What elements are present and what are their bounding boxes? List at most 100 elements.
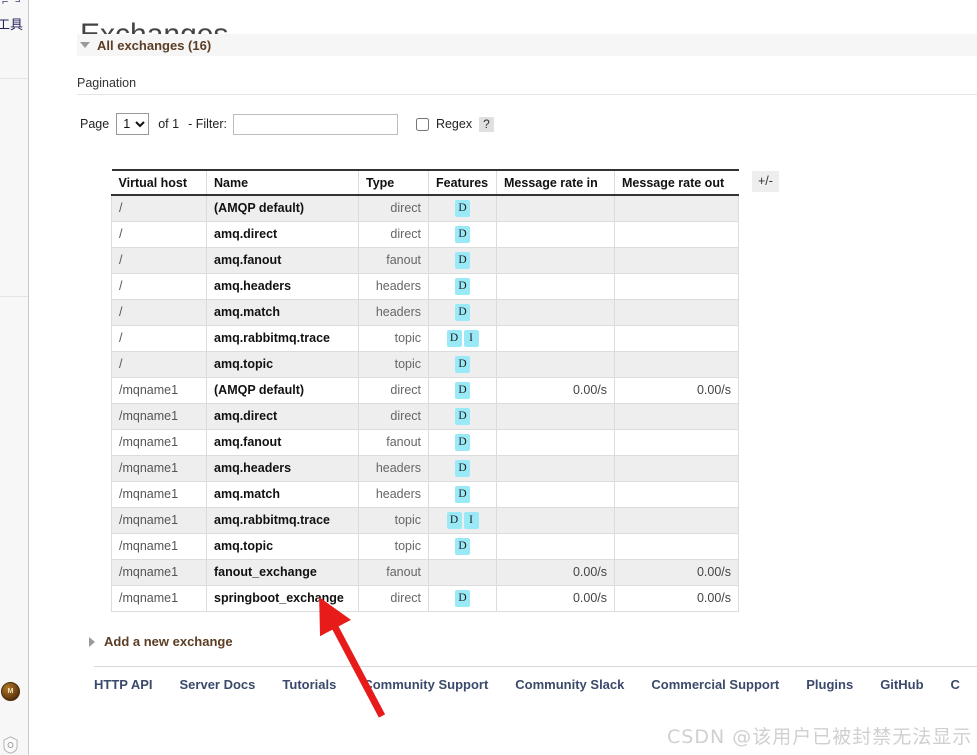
cell-virtual-host: / bbox=[111, 194, 207, 222]
exchanges-page: Exchanges All exchanges (16) Pagination … bbox=[30, 0, 977, 755]
pagination-heading: Pagination bbox=[77, 76, 977, 95]
table-row[interactable]: /mqname1 (AMQP default) direct D 0.00/s 0.00/… bbox=[111, 376, 739, 404]
chevron-down-icon bbox=[80, 42, 90, 48]
cell-type: direct bbox=[358, 194, 429, 222]
cell-features: D bbox=[428, 350, 497, 378]
table-row[interactable]: / amq.headers headers D bbox=[111, 272, 739, 300]
table-row[interactable]: / amq.fanout fanout D bbox=[111, 246, 739, 274]
footer-link-github[interactable]: GitHub bbox=[880, 677, 923, 692]
cell-type: direct bbox=[358, 376, 429, 404]
cell-exchange-name[interactable]: amq.rabbitmq.trace bbox=[206, 506, 359, 534]
footer-links: HTTP API Server Docs Tutorials Community Su… bbox=[94, 666, 977, 692]
table-head: Virtual host Name Type Features Message … bbox=[111, 169, 739, 196]
page-label: Page bbox=[80, 117, 110, 131]
cell-message-rate-in bbox=[496, 246, 615, 274]
cell-exchange-name[interactable]: amq.match bbox=[206, 480, 359, 508]
cell-virtual-host: /mqname1 bbox=[111, 428, 207, 456]
add-new-exchange-toggle[interactable]: Add a new exchange bbox=[89, 634, 233, 649]
all-exchanges-section-toggle[interactable]: All exchanges (16) bbox=[77, 34, 977, 56]
feature-badge-d: D bbox=[455, 355, 470, 373]
column-header-message-rate-out[interactable]: Message rate out bbox=[614, 169, 739, 196]
feature-badge-d: D bbox=[455, 225, 470, 243]
table-row[interactable]: / amq.topic topic D bbox=[111, 350, 739, 378]
cell-message-rate-in: 0.00/s bbox=[496, 376, 615, 404]
browser-tab-glyph: ⌐ ┘ bbox=[2, 0, 26, 8]
footer-link-community-support[interactable]: Community Support bbox=[363, 677, 488, 692]
column-header-virtual-host[interactable]: Virtual host bbox=[111, 169, 207, 196]
footer-link-community-slack[interactable]: Community Slack bbox=[515, 677, 624, 692]
cell-exchange-name[interactable]: (AMQP default) bbox=[206, 194, 359, 222]
column-header-message-rate-in[interactable]: Message rate in bbox=[496, 169, 615, 196]
cell-type: fanout bbox=[358, 428, 429, 456]
cell-type: headers bbox=[358, 272, 429, 300]
cell-features: D bbox=[428, 298, 497, 326]
cell-message-rate-out: 0.00/s bbox=[614, 558, 739, 586]
feature-badge-d: D bbox=[455, 277, 470, 295]
table-row[interactable]: / amq.rabbitmq.trace topic D I bbox=[111, 324, 739, 352]
table-row[interactable]: /mqname1 amq.headers headers D bbox=[111, 454, 739, 482]
cell-message-rate-in bbox=[496, 480, 615, 508]
footer-link-plugins[interactable]: Plugins bbox=[806, 677, 853, 692]
toggle-columns-button[interactable]: +/- bbox=[752, 171, 779, 192]
column-header-type[interactable]: Type bbox=[358, 169, 429, 196]
cell-exchange-name[interactable]: fanout_exchange bbox=[206, 558, 359, 586]
cell-exchange-name[interactable]: amq.headers bbox=[206, 454, 359, 482]
cell-exchange-name[interactable]: amq.topic bbox=[206, 532, 359, 560]
cell-virtual-host: /mqname1 bbox=[111, 454, 207, 482]
cell-exchange-name[interactable]: amq.fanout bbox=[206, 246, 359, 274]
cell-virtual-host: /mqname1 bbox=[111, 480, 207, 508]
cell-type: topic bbox=[358, 532, 429, 560]
user-avatar-icon[interactable]: M bbox=[1, 682, 20, 701]
table-row[interactable]: /mqname1 amq.fanout fanout D bbox=[111, 428, 739, 456]
table-row[interactable]: / amq.match headers D bbox=[111, 298, 739, 326]
footer-link-c[interactable]: C bbox=[951, 677, 960, 692]
column-header-name[interactable]: Name bbox=[206, 169, 359, 196]
cell-exchange-name[interactable]: amq.fanout bbox=[206, 428, 359, 456]
table-row[interactable]: /mqname1 springboot_exchange direct D 0.00/s… bbox=[111, 584, 739, 612]
cell-features: D bbox=[428, 246, 497, 274]
filter-label: - Filter: bbox=[188, 117, 227, 131]
cell-features: DI bbox=[428, 324, 497, 352]
regex-help-icon[interactable]: ? bbox=[479, 116, 494, 132]
cell-exchange-name[interactable]: amq.headers bbox=[206, 272, 359, 300]
cell-exchange-name[interactable]: springboot_exchange bbox=[206, 584, 359, 612]
cell-type: direct bbox=[358, 220, 429, 248]
feature-badge-d: D bbox=[455, 485, 470, 503]
cell-exchange-name[interactable]: (AMQP default) bbox=[206, 376, 359, 404]
footer-link-commercial-support[interactable]: Commercial Support bbox=[651, 677, 779, 692]
cell-message-rate-in bbox=[496, 350, 615, 378]
cell-virtual-host: /mqname1 bbox=[111, 402, 207, 430]
cell-exchange-name[interactable]: amq.direct bbox=[206, 402, 359, 430]
cell-features: D bbox=[428, 584, 497, 612]
footer-link-tutorials[interactable]: Tutorials bbox=[282, 677, 336, 692]
table-row[interactable]: /mqname1 amq.direct direct D bbox=[111, 402, 739, 430]
page-select[interactable]: 1 bbox=[116, 113, 150, 135]
cell-virtual-host: /mqname1 bbox=[111, 558, 207, 586]
cell-exchange-name[interactable]: amq.direct bbox=[206, 220, 359, 248]
cell-type: headers bbox=[358, 298, 429, 326]
regex-checkbox[interactable] bbox=[415, 117, 429, 131]
footer-link-server-docs[interactable]: Server Docs bbox=[180, 677, 256, 692]
column-header-features[interactable]: Features bbox=[428, 169, 497, 196]
cell-type: direct bbox=[358, 584, 429, 612]
cell-exchange-name[interactable]: amq.topic bbox=[206, 350, 359, 378]
filter-input[interactable] bbox=[232, 113, 398, 135]
shield-settings-icon[interactable] bbox=[2, 736, 19, 754]
add-new-exchange-label: Add a new exchange bbox=[104, 634, 233, 649]
table-row[interactable]: /mqname1 amq.topic topic D bbox=[111, 532, 739, 560]
cell-exchange-name[interactable]: amq.rabbitmq.trace bbox=[206, 324, 359, 352]
cell-message-rate-in bbox=[496, 506, 615, 534]
table-row[interactable]: /mqname1 fanout_exchange fanout 0.00/s 0.00/… bbox=[111, 558, 739, 586]
table-row[interactable]: /mqname1 amq.match headers D bbox=[111, 480, 739, 508]
browser-tools-label[interactable]: 工具 bbox=[0, 14, 23, 33]
cell-message-rate-in bbox=[496, 454, 615, 482]
table-row[interactable]: /mqname1 amq.rabbitmq.trace topic D I bbox=[111, 506, 739, 534]
cell-message-rate-out bbox=[614, 480, 739, 508]
cell-features: D bbox=[428, 272, 497, 300]
cell-exchange-name[interactable]: amq.match bbox=[206, 298, 359, 326]
table-row[interactable]: / amq.direct direct D bbox=[111, 220, 739, 248]
cell-type: topic bbox=[358, 506, 429, 534]
footer-link-http-api[interactable]: HTTP API bbox=[94, 677, 153, 692]
cell-message-rate-in bbox=[496, 428, 615, 456]
table-row[interactable]: / (AMQP default) direct D bbox=[111, 194, 739, 222]
